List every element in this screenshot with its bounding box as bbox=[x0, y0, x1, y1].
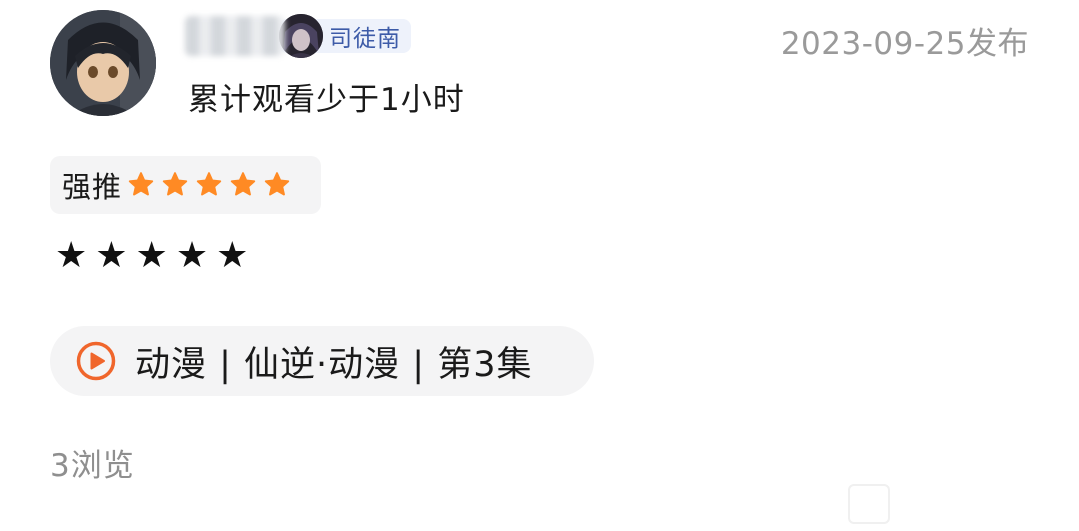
episode-link[interactable]: 动漫 | 仙逆·动漫 | 第3集 bbox=[50, 326, 594, 396]
rating-star-icon bbox=[196, 172, 222, 196]
rating-tag: 强推 bbox=[50, 156, 321, 214]
rating-stars bbox=[126, 170, 296, 200]
rating-label: 强推 bbox=[62, 170, 123, 204]
rating-star-icon bbox=[264, 172, 290, 196]
view-count: 3浏览 bbox=[50, 448, 135, 484]
rating-star-icon bbox=[230, 172, 256, 196]
rating-star-icon bbox=[162, 172, 188, 196]
play-circle-icon bbox=[76, 341, 116, 381]
review-text: ★★★★★ bbox=[55, 235, 257, 276]
publish-date: 2023-09-25发布 bbox=[780, 26, 1029, 62]
badge-avatar bbox=[279, 14, 323, 58]
rating-star-icon bbox=[128, 172, 154, 196]
watermark-icon bbox=[848, 484, 890, 524]
review-card: 司徒南 累计观看少于1小时 2023-09-25发布 强推 ★★★★★ 动漫 |… bbox=[0, 0, 1079, 531]
username-row: 司徒南 bbox=[185, 14, 411, 58]
watch-time-label: 累计观看少于1小时 bbox=[188, 82, 465, 118]
user-badge[interactable]: 司徒南 bbox=[279, 14, 411, 58]
user-avatar[interactable] bbox=[50, 10, 156, 116]
episode-label: 动漫 | 仙逆·动漫 | 第3集 bbox=[135, 344, 533, 385]
blurred-username[interactable] bbox=[185, 16, 285, 56]
badge-name: 司徒南 bbox=[329, 26, 401, 52]
